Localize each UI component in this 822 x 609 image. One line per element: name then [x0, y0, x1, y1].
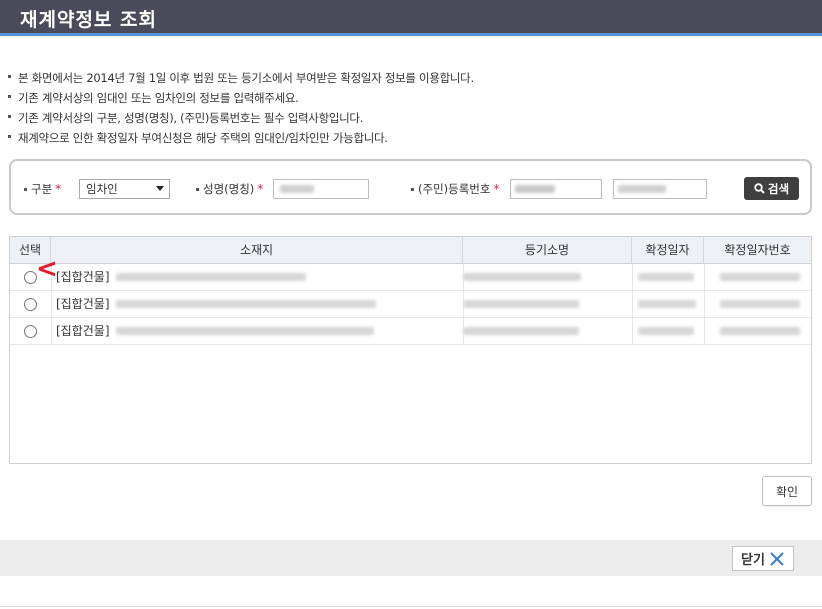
table-row[interactable]: [집합건물] — [10, 264, 811, 291]
instruction-notes: 본 화면에서는 2014년 7월 1일 이후 법원 또는 등기소에서 부여받은 … — [8, 70, 474, 150]
bullet-icon — [8, 115, 11, 118]
address-prefix: [집합건물] — [56, 324, 110, 338]
bottom-divider — [0, 606, 822, 607]
address-prefix: [집합건물] — [56, 270, 110, 284]
masked-value — [515, 185, 555, 193]
note-text: 재계약으로 인한 확정일자 부여신청은 해당 주택의 임대인/임차인만 가능합니… — [18, 131, 388, 145]
window-title: 재계약정보 조회 — [20, 9, 157, 31]
col-confirm-number: 확정일자번호 — [724, 243, 791, 257]
required-mark: * — [493, 182, 500, 196]
note-text: 기존 계약서상의 임대인 또는 임차인의 정보를 입력해주세요. — [18, 91, 299, 105]
regno-front-input[interactable] — [510, 179, 602, 199]
note-text: 기존 계약서상의 구분, 성명(명칭), (주민)등록번호는 필수 입력사항입니… — [18, 111, 364, 125]
masked-address — [116, 273, 306, 281]
search-panel: 구분 * 임차인 성명(명칭) * (주민)등록번호 * 검색 — [9, 159, 812, 215]
grid-header: 선택 소재지 등기소명 확정일자 확정일자번호 — [10, 237, 811, 264]
confirm-button[interactable]: 확인 — [762, 476, 812, 506]
masked-registry — [463, 327, 579, 335]
regno-label: (주민)등록번호 — [418, 182, 491, 196]
bullet-icon — [8, 135, 11, 138]
column-divider — [704, 264, 705, 345]
footer-bar: 닫기 — [0, 540, 822, 576]
bullet-icon — [196, 187, 199, 191]
row-radio[interactable] — [24, 325, 37, 338]
col-confirm-date: 확정일자 — [632, 237, 704, 264]
title-bar: 재계약정보 조회 — [0, 0, 822, 36]
note-item: 본 화면에서는 2014년 7월 1일 이후 법원 또는 등기소에서 부여받은 … — [8, 70, 474, 90]
name-input[interactable] — [273, 179, 369, 199]
col-registry: 등기소명 — [463, 237, 632, 264]
close-button-label: 닫기 — [741, 553, 765, 568]
search-button-label: 검색 — [767, 181, 790, 196]
type-select-value: 임차인 — [86, 182, 118, 196]
masked-registry — [463, 300, 579, 308]
close-icon — [770, 551, 784, 566]
masked-date — [638, 273, 694, 281]
masked-value — [618, 185, 666, 193]
required-mark: * — [257, 182, 264, 196]
masked-date — [638, 327, 694, 335]
close-button[interactable]: 닫기 — [732, 546, 794, 571]
bullet-icon — [24, 187, 27, 191]
confirm-button-label: 확인 — [775, 484, 799, 499]
type-field-label: 구분 * — [24, 161, 61, 217]
masked-address — [116, 300, 376, 308]
masked-address — [116, 327, 374, 335]
chevron-down-icon — [156, 186, 164, 191]
table-row[interactable]: [집합건물] — [10, 318, 811, 345]
bullet-icon — [8, 95, 11, 98]
col-address: 소재지 — [51, 237, 463, 264]
annotation-arrow: < — [36, 254, 58, 284]
name-field-label: 성명(명칭) * — [196, 161, 263, 217]
type-select[interactable]: 임차인 — [79, 179, 170, 199]
bullet-icon — [411, 187, 414, 191]
masked-number — [720, 273, 800, 281]
regno-back-input[interactable] — [613, 179, 707, 199]
masked-date — [638, 300, 696, 308]
masked-number — [720, 300, 800, 308]
result-grid: 선택 소재지 등기소명 확정일자 확정일자번호 [집합건물] [집합건물] [집… — [9, 236, 812, 464]
column-divider — [632, 264, 633, 345]
bullet-icon — [8, 75, 11, 78]
note-item: 기존 계약서상의 구분, 성명(명칭), (주민)등록번호는 필수 입력사항입니… — [8, 110, 474, 130]
note-text: 본 화면에서는 2014년 7월 1일 이후 법원 또는 등기소에서 부여받은 … — [18, 71, 474, 85]
note-item: 재계약으로 인한 확정일자 부여신청은 해당 주택의 임대인/임차인만 가능합니… — [8, 130, 474, 150]
address-prefix: [집합건물] — [56, 297, 110, 311]
type-label: 구분 — [31, 182, 53, 196]
note-item: 기존 계약서상의 임대인 또는 임차인의 정보를 입력해주세요. — [8, 90, 474, 110]
required-mark: * — [55, 182, 62, 196]
table-row[interactable]: [집합건물] — [10, 291, 811, 318]
masked-value — [280, 185, 314, 193]
column-divider — [463, 264, 464, 345]
masked-number — [720, 327, 800, 335]
row-radio[interactable] — [24, 298, 37, 311]
masked-registry — [463, 273, 581, 281]
search-button[interactable]: 검색 — [744, 177, 799, 200]
search-icon — [754, 183, 765, 194]
name-label: 성명(명칭) — [203, 182, 255, 196]
regno-field-label: (주민)등록번호 * — [411, 161, 499, 217]
